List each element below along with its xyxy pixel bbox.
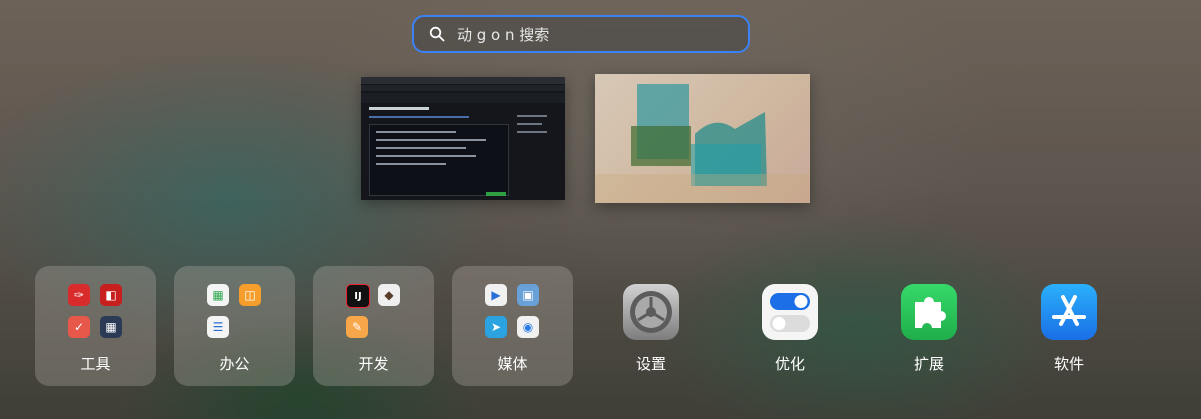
app-store-icon xyxy=(1052,295,1086,326)
folder-label: 工具 xyxy=(80,355,111,373)
folder-label: 媒体 xyxy=(497,355,528,373)
toggle-icon xyxy=(770,293,810,332)
sublime-icon: ✎ xyxy=(346,316,368,338)
image-viewer-window-thumbnail[interactable] xyxy=(595,74,810,203)
folder-label: 开发 xyxy=(358,355,389,373)
app-label: 软件 xyxy=(1053,355,1084,373)
calculator-icon: ▦ xyxy=(100,316,122,338)
presentation-icon: ◫ xyxy=(239,284,261,306)
spreadsheet-icon: ▦ xyxy=(207,284,229,306)
document-icon: ☰ xyxy=(207,316,229,338)
pdf-icon: ✑ xyxy=(68,284,90,306)
screenshot-icon: ◧ xyxy=(100,284,122,306)
video-player-icon: ▶ xyxy=(485,284,507,306)
artwork-image xyxy=(595,84,810,203)
telegram-icon: ➤ xyxy=(485,316,507,338)
extensions-app[interactable] xyxy=(901,284,957,340)
todo-icon: ✓ xyxy=(68,316,90,338)
search-icon xyxy=(429,26,445,42)
settings-app[interactable] xyxy=(623,284,679,340)
app-label: 优化 xyxy=(774,355,805,373)
app-store[interactable] xyxy=(1041,284,1097,340)
search-bar[interactable] xyxy=(412,15,750,53)
gear-icon xyxy=(630,291,672,333)
intellij-icon: IJ xyxy=(346,284,370,308)
app-label: 设置 xyxy=(635,355,666,373)
screen-capture-icon: ▣ xyxy=(517,284,539,306)
music-icon: ◉ xyxy=(517,316,539,338)
cider-icon: ◆ xyxy=(378,284,400,306)
optimize-app[interactable] xyxy=(762,284,818,340)
browser-window-thumbnail[interactable] xyxy=(361,77,565,200)
puzzle-icon xyxy=(915,297,946,328)
folder-label: 办公 xyxy=(219,355,250,373)
app-label: 扩展 xyxy=(913,355,944,373)
search-input[interactable] xyxy=(455,24,729,44)
